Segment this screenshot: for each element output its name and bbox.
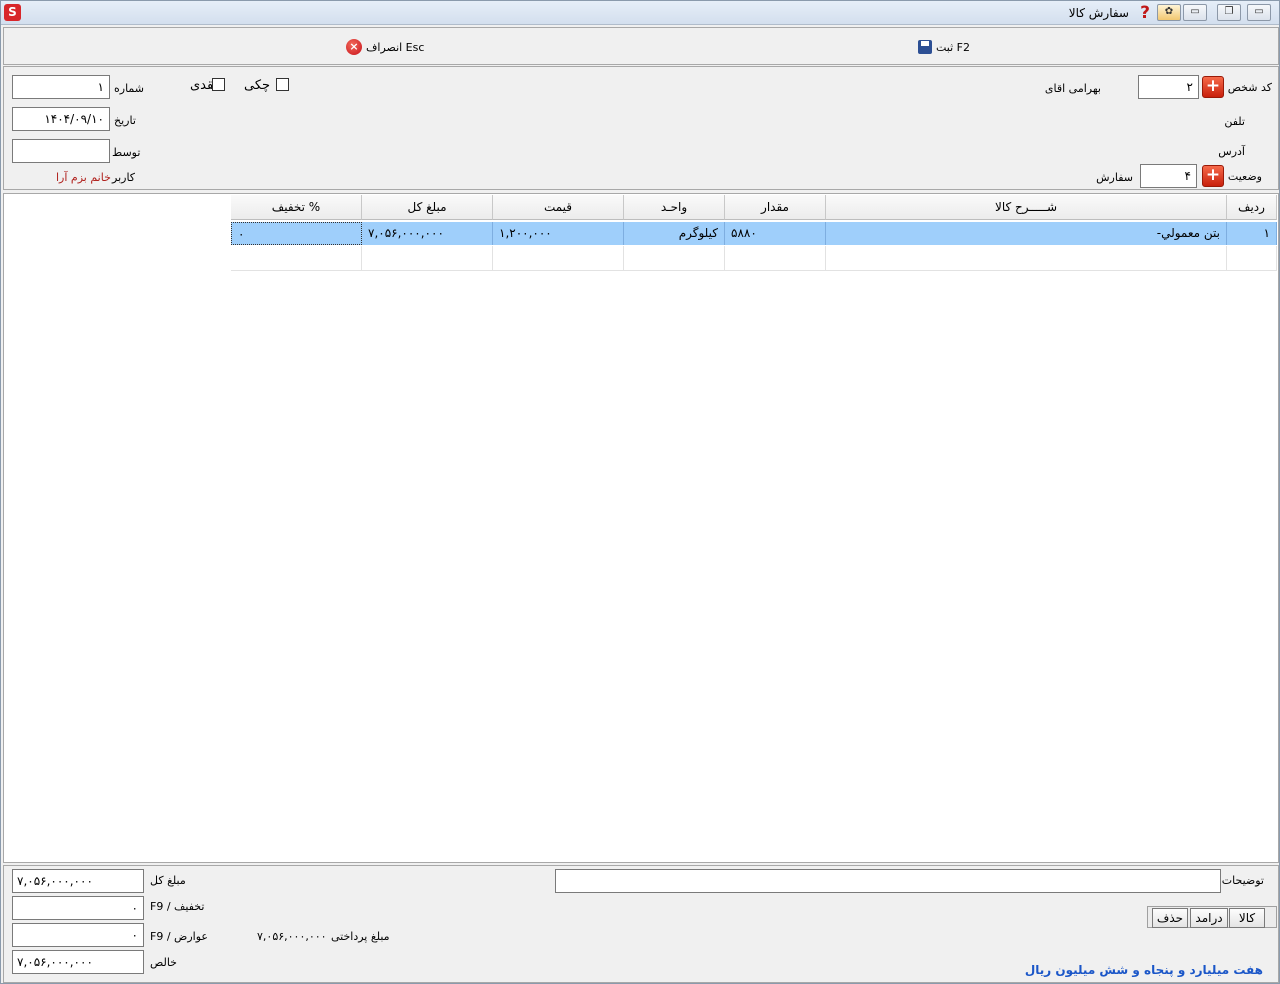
- minimize-button[interactable]: ▭: [1183, 4, 1207, 21]
- cancel-icon: ×: [346, 39, 362, 55]
- cancel-button[interactable]: × انصراف Esc: [346, 38, 424, 56]
- person-code-field[interactable]: ۲: [1138, 75, 1199, 99]
- empty-cell[interactable]: [493, 246, 624, 271]
- date-label: تاریخ: [114, 114, 136, 127]
- empty-cell[interactable]: [624, 246, 725, 271]
- amount-in-words: هفت میلیارد و پنجاه و شش میلیون ریال: [1024, 963, 1263, 977]
- income-button[interactable]: درامد: [1190, 908, 1228, 928]
- window-title: سفارش کالا: [1068, 6, 1129, 20]
- cell-qty[interactable]: ۵۸۸۰: [725, 222, 826, 245]
- payable-value: ۷,۰۵۶,۰۰۰,۰۰۰: [257, 930, 327, 943]
- empty-cell[interactable]: [362, 246, 493, 271]
- save-button[interactable]: ثبت F2: [918, 38, 970, 56]
- footer-panel: توضیحات کالا درامد حذف هفت میلیارد و پنج…: [3, 865, 1279, 983]
- cancel-label: انصراف Esc: [366, 40, 425, 54]
- phone-label: تلفن: [1224, 115, 1245, 128]
- order-header-panel: کد شخص + ۲ بهرامی اقای تلفن آدرس وضعیت +…: [3, 66, 1279, 190]
- address-label: آدرس: [1218, 145, 1245, 158]
- notes-field[interactable]: [555, 869, 1221, 893]
- total-field[interactable]: ۷,۰۵۶,۰۰۰,۰۰۰: [12, 869, 144, 893]
- net-field[interactable]: ۷,۰۵۶,۰۰۰,۰۰۰: [12, 950, 144, 974]
- delete-button[interactable]: حذف: [1152, 908, 1188, 928]
- column-header-price[interactable]: قیمت: [493, 195, 624, 220]
- column-header-discount[interactable]: % تخفیف: [231, 195, 362, 220]
- status-field[interactable]: ۴: [1140, 164, 1197, 188]
- save-label: ثبت F2: [936, 40, 971, 54]
- cell-discount[interactable]: ۰: [231, 222, 362, 245]
- column-header-unit[interactable]: واحـد: [624, 195, 725, 220]
- column-header-desc[interactable]: شـــــرح کالا: [826, 195, 1227, 220]
- toolbar: ثبت F2 × انصراف Esc: [3, 27, 1279, 65]
- column-header-qty[interactable]: مقدار: [725, 195, 826, 220]
- cell-total[interactable]: ۷,۰۵۶,۰۰۰,۰۰۰: [362, 222, 493, 245]
- column-header-total[interactable]: مبلغ کل: [362, 195, 493, 220]
- total-label: مبلغ کل: [150, 874, 186, 887]
- cell-price[interactable]: ۱,۲۰۰,۰۰۰: [493, 222, 624, 245]
- cheque-label: چکی: [244, 78, 271, 93]
- person-code-label: کد شخص: [1227, 81, 1272, 94]
- cheque-checkbox[interactable]: [276, 78, 289, 91]
- add-person-button[interactable]: +: [1202, 76, 1224, 98]
- net-label: خالص: [150, 956, 177, 969]
- fees-field[interactable]: ۰: [12, 923, 144, 947]
- cell-unit[interactable]: کیلوگرم: [624, 222, 725, 245]
- help-icon[interactable]: ?: [1137, 3, 1153, 23]
- order-window: S سفارش کالا ? ✿ ▭ ❐ ▭ ثبت F2 × انصراف E…: [0, 0, 1280, 984]
- user-label: کاربر: [112, 171, 136, 184]
- goods-button[interactable]: کالا: [1229, 908, 1265, 928]
- cell-row[interactable]: ۱: [1227, 222, 1277, 245]
- fees-label: عوارض / F9: [150, 930, 208, 943]
- app-logo: S: [4, 4, 21, 21]
- notes-label: توضیحات: [1221, 874, 1264, 887]
- status-label: وضعیت: [1227, 170, 1262, 183]
- items-grid: ردیف شـــــرح کالا مقدار واحـد قیمت مبلغ…: [3, 193, 1279, 863]
- close-button[interactable]: ▭: [1247, 4, 1271, 21]
- empty-cell[interactable]: [1227, 246, 1277, 271]
- number-label: شماره: [114, 82, 145, 95]
- by-field[interactable]: [12, 139, 110, 163]
- column-header-row[interactable]: ردیف: [1227, 195, 1277, 220]
- cash-checkbox[interactable]: [212, 78, 225, 91]
- discount-label: تخفیف / F9: [150, 900, 205, 913]
- number-field[interactable]: ۱: [12, 75, 110, 99]
- person-name: بهرامی اقای: [1044, 82, 1101, 95]
- cell-desc[interactable]: بتن معمولي-: [826, 222, 1227, 245]
- payable-label: مبلغ پرداختی: [331, 930, 390, 943]
- empty-cell[interactable]: [231, 246, 362, 271]
- empty-cell[interactable]: [725, 246, 826, 271]
- discount-field[interactable]: ۰: [12, 896, 144, 920]
- save-icon: [918, 40, 932, 54]
- restore-button[interactable]: ❐: [1217, 4, 1241, 21]
- status-text: سفارش: [1096, 171, 1133, 184]
- settings-icon[interactable]: ✿: [1157, 4, 1181, 21]
- user-value: خانم بزم آرا: [56, 171, 111, 184]
- add-status-button[interactable]: +: [1202, 165, 1224, 187]
- empty-cell[interactable]: [826, 246, 1227, 271]
- date-field[interactable]: ۱۴۰۴/۰۹/۱۰: [12, 107, 110, 131]
- title-bar: S سفارش کالا ? ✿ ▭ ❐ ▭: [1, 1, 1279, 25]
- by-label: توسط: [112, 146, 141, 159]
